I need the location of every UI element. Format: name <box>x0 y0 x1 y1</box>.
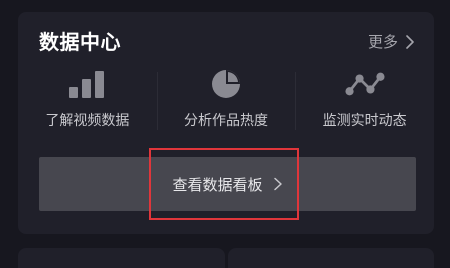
more-label: 更多 <box>367 33 398 51</box>
data-center-card: 数据中心 更多 了解视频数据 分析作品热度 监测实时动态 查看数据看板 <box>18 12 434 234</box>
card-title: 数据中心 <box>39 30 121 54</box>
chevron-right-icon <box>406 35 414 49</box>
feature-label: 了解视频数据 <box>45 113 130 129</box>
feature-label: 监测实时动态 <box>322 113 407 129</box>
view-dashboard-label: 查看数据看板 <box>172 175 263 194</box>
feature-label: 分析作品热度 <box>184 113 268 129</box>
next-card-left <box>18 248 225 268</box>
feature-row: 了解视频数据 分析作品热度 监测实时动态 <box>18 70 434 134</box>
chevron-right-icon <box>273 177 282 191</box>
feature-realtime-trend[interactable]: 监测实时动态 <box>295 70 434 134</box>
line-trend-icon <box>345 70 385 98</box>
more-link[interactable]: 更多 <box>368 32 416 52</box>
feature-work-heat[interactable]: 分析作品热度 <box>156 70 296 134</box>
next-section <box>18 248 434 268</box>
next-card-right <box>227 248 434 268</box>
feature-video-data[interactable]: 了解视频数据 <box>18 70 157 134</box>
bar-chart-icon <box>67 70 107 98</box>
pie-chart-icon <box>206 70 246 98</box>
view-dashboard-button[interactable]: 查看数据看板 <box>39 157 416 211</box>
